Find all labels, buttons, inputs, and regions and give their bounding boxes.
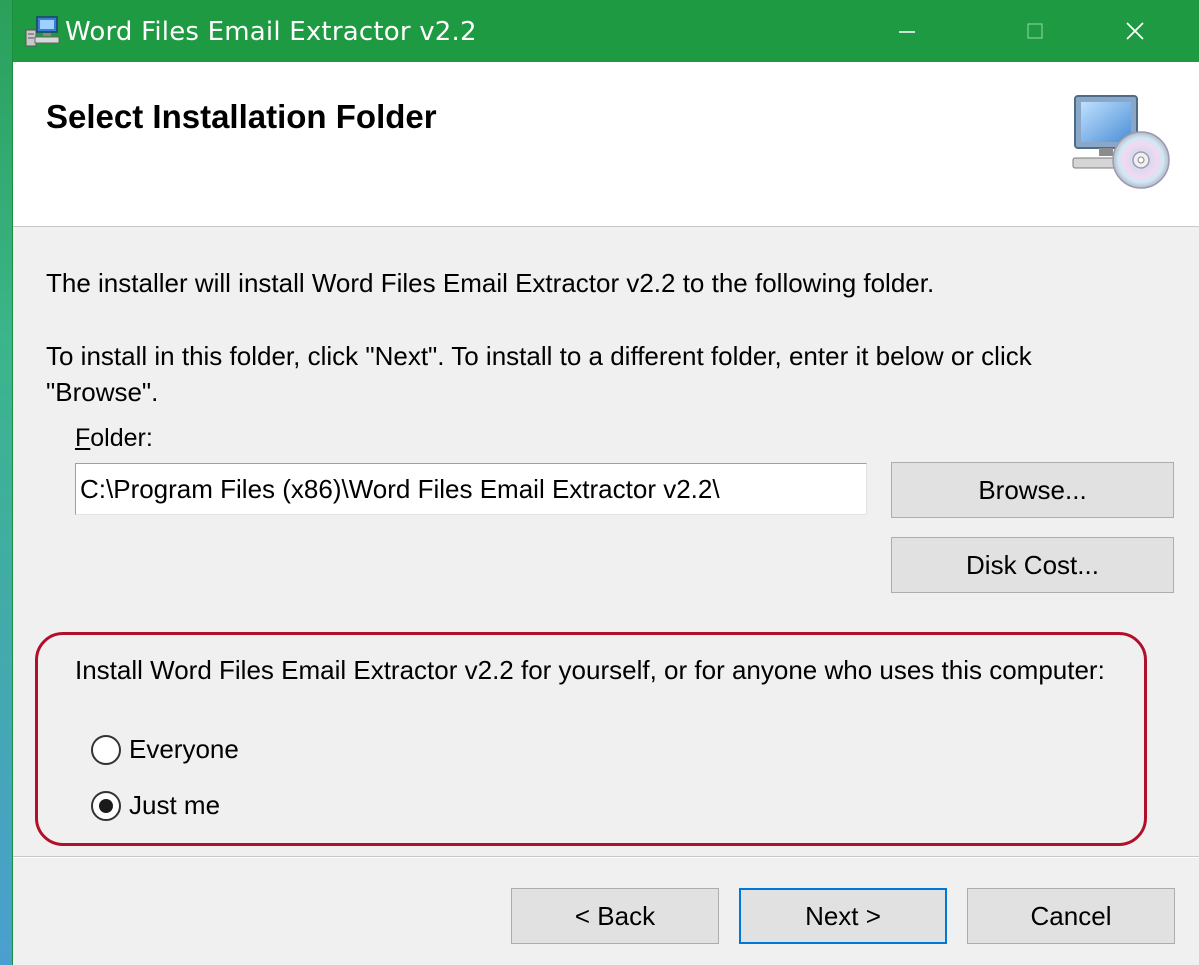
back-button[interactable]: < Back	[511, 888, 719, 944]
folder-label: Folder:	[75, 424, 153, 453]
installer-computer-icon	[25, 14, 61, 50]
minimize-icon	[899, 31, 915, 33]
radio-everyone[interactable]: Everyone	[91, 734, 239, 765]
title-bar[interactable]: Word Files Email Extractor v2.2	[13, 0, 1199, 62]
radio-unselected-icon[interactable]	[91, 734, 121, 765]
browse-button[interactable]: Browse...	[891, 462, 1174, 518]
computer-cd-icon	[1069, 92, 1173, 196]
next-button[interactable]: Next >	[739, 888, 947, 944]
minimize-button[interactable]	[873, 0, 941, 62]
install-scope-prompt: Install Word Files Email Extractor v2.2 …	[75, 655, 1105, 685]
maximize-button	[1001, 0, 1069, 62]
disk-cost-button[interactable]: Disk Cost...	[891, 537, 1174, 593]
close-button[interactable]	[1101, 0, 1169, 62]
folder-path-input[interactable]	[75, 463, 867, 515]
cancel-button[interactable]: Cancel	[967, 888, 1175, 944]
radio-just-me-label: Just me	[129, 790, 221, 820]
installer-window: Word Files Email Extractor v2.2 Select I…	[12, 0, 1199, 965]
folder-label-accesskey: F	[75, 424, 91, 452]
maximize-icon	[1027, 23, 1043, 39]
footer-divider-highlight	[13, 857, 1199, 858]
radio-selected-icon[interactable]	[91, 790, 121, 821]
radio-just-me[interactable]: Just me	[91, 790, 220, 821]
radio-everyone-label: Everyone	[129, 734, 239, 764]
window-title: Word Files Email Extractor v2.2	[65, 17, 477, 47]
intro-text: The installer will install Word Files Em…	[46, 268, 935, 298]
folder-label-rest: older:	[90, 424, 153, 452]
close-icon	[1126, 22, 1144, 40]
page-title: Select Installation Folder	[46, 98, 437, 135]
instruction-text: To install in this folder, click "Next".…	[46, 341, 1032, 407]
header-band: Select Installation Folder	[13, 62, 1199, 227]
